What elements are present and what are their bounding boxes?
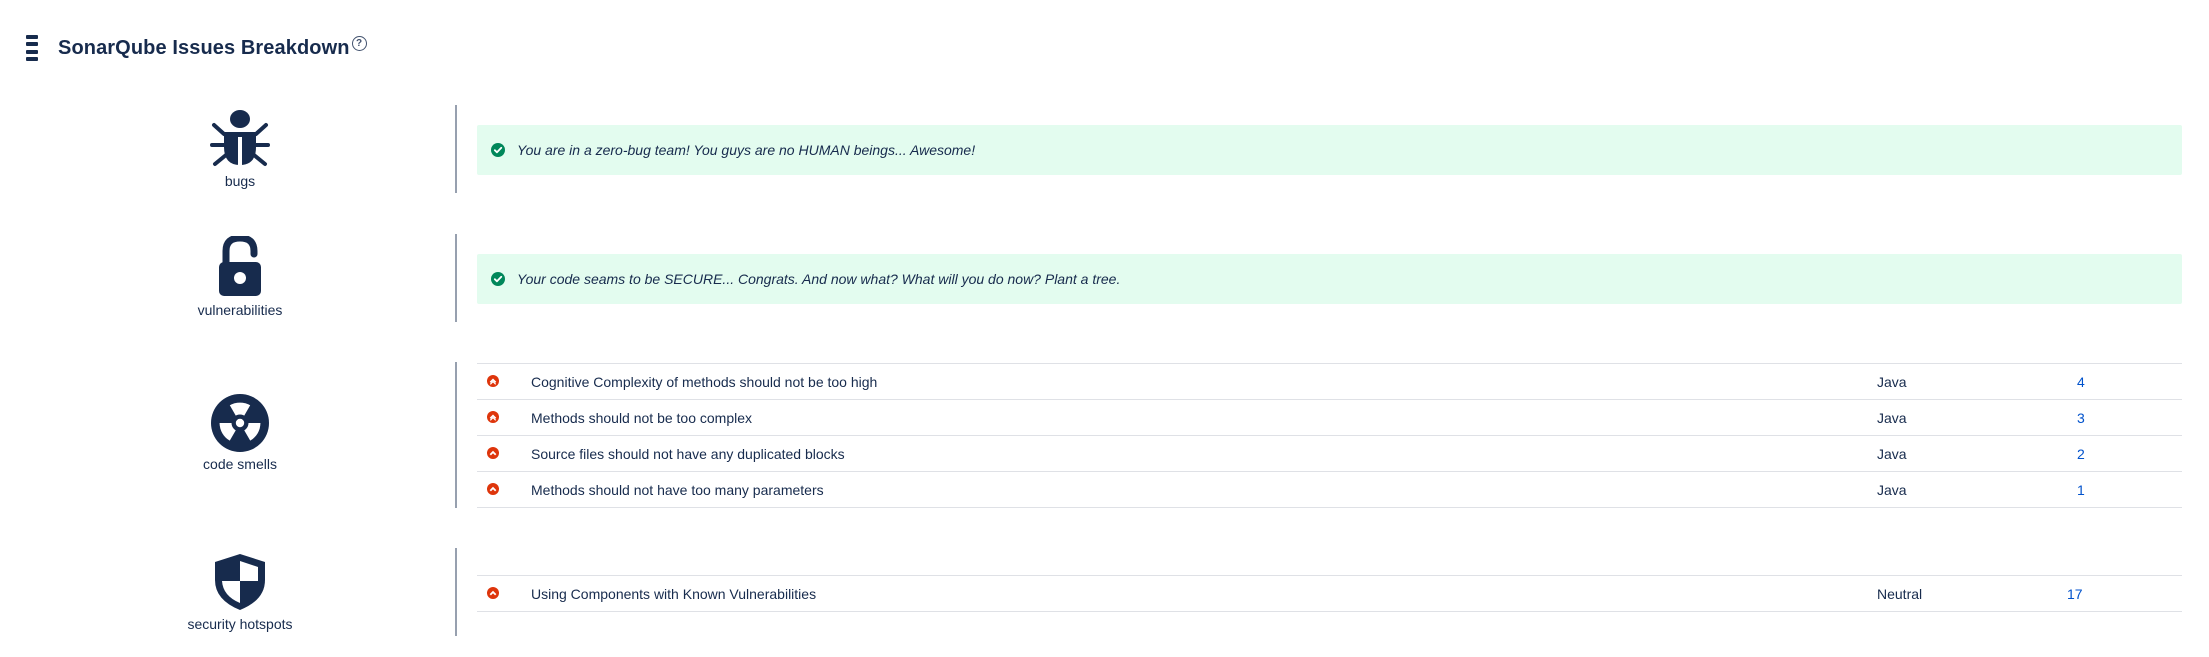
section-divider	[455, 105, 457, 193]
issue-rule: Using Components with Known Vulnerabilit…	[531, 575, 1877, 612]
critical-severity-icon	[487, 410, 499, 423]
vulnerabilities-category: vulnerabilities	[120, 236, 360, 318]
issue-language: Java	[1877, 471, 2077, 508]
check-circle-icon	[491, 143, 505, 157]
issue-rule: Methods should not be too complex	[531, 399, 1877, 436]
radiation-icon	[211, 394, 269, 452]
table-row: Cognitive Complexity of methods should n…	[477, 363, 2182, 400]
major-severity-icon	[487, 446, 499, 459]
vulnerabilities-success-message: Your code seams to be SECURE... Congrats…	[477, 254, 2182, 304]
issue-count-link[interactable]: 4	[2077, 363, 2182, 400]
code-smells-table: Cognitive Complexity of methods should n…	[477, 363, 2182, 508]
issue-language: Java	[1877, 363, 2077, 400]
table-row: Methods should not have too many paramet…	[477, 471, 2182, 508]
unlocked-padlock-icon	[219, 236, 261, 296]
bugs-message-text: You are in a zero-bug team! You guys are…	[517, 142, 976, 158]
vulnerabilities-message-text: Your code seams to be SECURE... Congrats…	[517, 271, 1121, 287]
security-hotspots-category: security hotspots	[120, 552, 360, 632]
bugs-section: bugs You are in a zero-bug team! You guy…	[0, 105, 2209, 195]
table-row: Using Components with Known Vulnerabilit…	[477, 575, 2182, 612]
vulnerabilities-label: vulnerabilities	[197, 302, 283, 318]
security-hotspots-label: security hotspots	[187, 616, 293, 632]
section-divider	[455, 362, 457, 508]
code-smells-label: code smells	[203, 456, 277, 472]
help-icon[interactable]: ?	[351, 35, 367, 51]
issue-count-link[interactable]: 1	[2077, 471, 2182, 508]
panel-title: SonarQube Issues Breakdown	[58, 36, 350, 59]
security-hotspots-section: security hotspots Using Components with …	[0, 548, 2209, 638]
issue-language: Java	[1877, 399, 2077, 436]
bugs-label: bugs	[224, 173, 256, 189]
table-row: Source files should not have any duplica…	[477, 435, 2182, 472]
major-severity-icon	[487, 586, 499, 599]
issue-count-link[interactable]: 17	[2067, 575, 2182, 612]
bug-icon	[210, 110, 270, 166]
security-hotspots-table: Using Components with Known Vulnerabilit…	[477, 575, 2182, 612]
section-divider	[455, 548, 457, 636]
issue-count-link[interactable]: 2	[2077, 435, 2182, 472]
issue-language: Neutral	[1877, 575, 2067, 612]
panel-header: SonarQube Issues Breakdown ?	[26, 30, 367, 66]
drag-handle-icon[interactable]	[26, 35, 38, 61]
issue-rule: Source files should not have any duplica…	[531, 435, 1877, 472]
major-severity-icon	[487, 482, 499, 495]
check-circle-icon	[491, 272, 505, 286]
issue-count-link[interactable]: 3	[2077, 399, 2182, 436]
code-smells-category: code smells	[120, 394, 360, 472]
critical-severity-icon	[487, 374, 499, 387]
code-smells-section: code smells Cognitive Complexity of meth…	[0, 362, 2209, 508]
bugs-success-message: You are in a zero-bug team! You guys are…	[477, 125, 2182, 175]
issue-rule: Cognitive Complexity of methods should n…	[531, 363, 1877, 400]
bugs-category: bugs	[120, 107, 360, 189]
table-row: Methods should not be too complex Java 3	[477, 399, 2182, 436]
issue-rule: Methods should not have too many paramet…	[531, 471, 1877, 508]
vulnerabilities-section: vulnerabilities Your code seams to be SE…	[0, 234, 2209, 324]
shield-icon	[215, 554, 265, 610]
section-divider	[455, 234, 457, 322]
issue-language: Java	[1877, 435, 2077, 472]
